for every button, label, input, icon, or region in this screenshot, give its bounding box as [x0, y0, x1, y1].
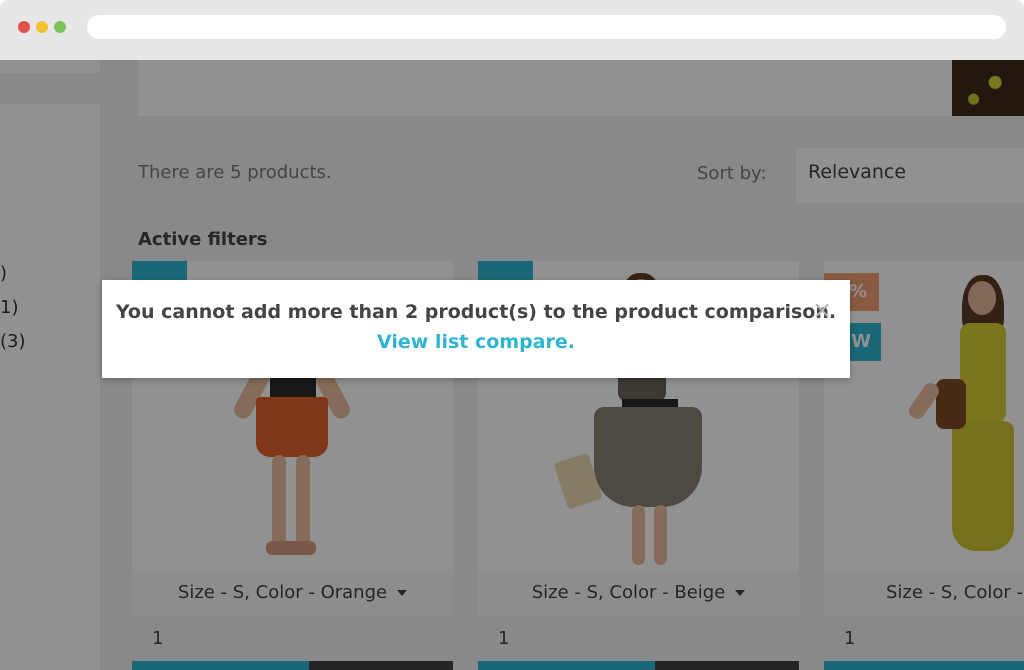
compare-limit-modal: You cannot add more than 2 product(s) to…	[102, 280, 850, 378]
window-close-dot[interactable]	[18, 21, 30, 33]
browser-chrome	[0, 0, 1024, 60]
window-minimize-dot[interactable]	[36, 21, 48, 33]
window-maximize-dot[interactable]	[54, 21, 66, 33]
address-bar[interactable]	[87, 15, 1006, 39]
view-compare-link[interactable]: View list compare.	[102, 331, 850, 353]
close-icon[interactable]: ×	[812, 298, 832, 322]
modal-message: You cannot add more than 2 product(s) to…	[115, 301, 837, 323]
